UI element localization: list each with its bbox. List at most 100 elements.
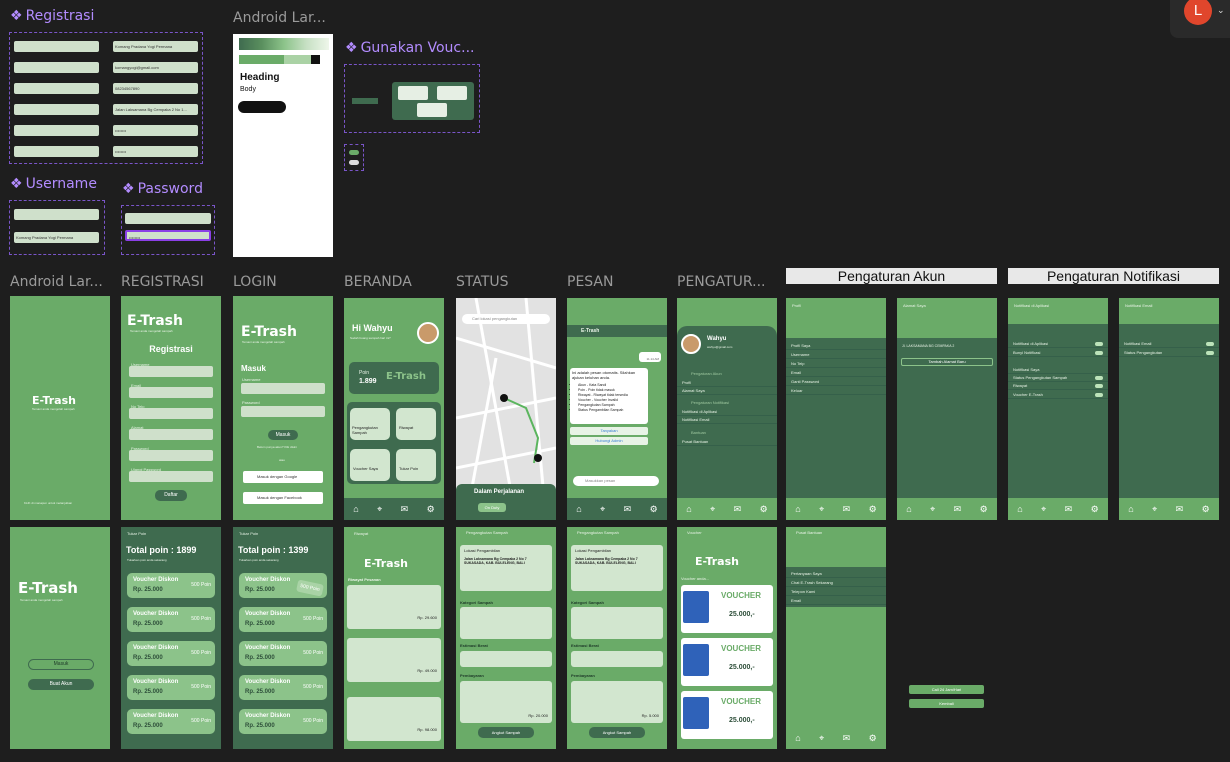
tukar-button[interactable]: 500 Poin xyxy=(303,718,323,724)
value-field[interactable]: komangyogi@gmail.com xyxy=(113,62,198,73)
registrasi-input[interactable] xyxy=(129,387,213,398)
registrasi-input[interactable] xyxy=(129,450,213,461)
value-field[interactable]: 08234567890 xyxy=(113,83,198,94)
tukar-button[interactable]: 500 Poin xyxy=(303,650,323,656)
status-screen: Cari lokasi pengangkutan Dalam Perjalana… xyxy=(456,298,556,520)
message-input[interactable]: Masukkan pesan xyxy=(573,476,659,486)
tukar-poin-screen: Tukar Poin Total poin : 1899 Tukarkan po… xyxy=(121,527,221,749)
profil-row[interactable]: Profil Saya xyxy=(786,342,886,350)
voucher-row[interactable]: Voucher Diskon Rp. 25.000 500 Poin xyxy=(239,607,327,632)
voucher-row[interactable]: Voucher Diskon Rp. 25.000 500 Poin xyxy=(239,641,327,666)
splash-screen[interactable]: E-Trash Temani anda mengolah sampah KLIK… xyxy=(10,296,110,520)
bottom-nav[interactable]: ⌂ ⌖ ✉ ⚙ xyxy=(897,498,997,520)
value-field[interactable]: Jalan Laksamana Bg Cempaka 2 No 1... xyxy=(113,104,198,115)
registrasi-input[interactable] xyxy=(129,408,213,419)
menu-riwayat[interactable]: Riwayat xyxy=(396,408,436,440)
login-username-input[interactable] xyxy=(241,383,325,394)
masuk-button[interactable]: Masuk xyxy=(268,430,298,440)
bottom-nav[interactable]: ⌂ ⌖ ✉ ⚙ xyxy=(567,498,667,520)
search-input[interactable]: Cari lokasi pengangkutan xyxy=(462,314,550,324)
angkut-sampah-button[interactable]: Angkut Sampah xyxy=(478,727,534,738)
avatar[interactable]: L xyxy=(1184,0,1212,25)
bottom-nav[interactable]: ⌂ ⌖ ✉ ⚙ xyxy=(786,727,886,749)
android-top-label: Android Lar... xyxy=(233,10,326,26)
voucher-row[interactable]: Voucher Diskon Rp. 25.000 500 Poin xyxy=(239,709,327,734)
profil-row[interactable]: Email xyxy=(786,369,886,377)
voucher-row[interactable]: Voucher Diskon Rp. 25.000 500 Poin xyxy=(127,641,215,666)
google-login-button[interactable]: Masuk dengan Google xyxy=(243,471,323,483)
toggle[interactable] xyxy=(1095,384,1103,388)
tukar-button[interactable]: 500 Poin xyxy=(191,718,211,724)
value-field[interactable]: •••••••• xyxy=(113,125,198,136)
tukar-button[interactable]: 500 Poin xyxy=(303,616,323,622)
bantuan-row[interactable]: Telepon Kami xyxy=(786,588,886,596)
password-field[interactable]: •••••••• xyxy=(125,230,211,241)
menu-pengangkutan[interactable]: Pengangkutan Sampah xyxy=(350,408,390,440)
tanyakan-button[interactable]: Tanyakan xyxy=(570,427,648,435)
toggle[interactable] xyxy=(1206,342,1214,346)
pengaturan-screen: Wahyu wahyu@gmail.com Pengaturan Akun Pr… xyxy=(677,298,777,520)
value-field[interactable]: •••••••• xyxy=(113,146,198,157)
user-menu[interactable]: L ⌄ xyxy=(1170,0,1230,38)
voucher-row[interactable]: Voucher Diskon Rp. 25.000 500 Poin xyxy=(127,573,215,598)
chevron-down-icon[interactable]: ⌄ xyxy=(1217,5,1225,16)
value-field[interactable]: Komang Pradana Yogi Permana xyxy=(113,41,198,52)
label-field xyxy=(14,146,99,157)
tukar-button[interactable]: 500 Poin xyxy=(303,684,323,690)
voucher-component-label: ❖ Gunakan Vouc... xyxy=(345,40,475,56)
voucher-row[interactable]: Voucher Diskon Rp. 25.000 500 Poin xyxy=(127,675,215,700)
hubungi-admin-button[interactable]: Hubungi Admin xyxy=(570,437,648,445)
menu-voucher[interactable]: Voucher Saya xyxy=(350,449,390,481)
voucher-card[interactable]: VOUCHER 25.000,- xyxy=(681,638,773,686)
menu-notif-app[interactable]: Notifikasi di Aplikasi xyxy=(677,408,777,416)
add-address-button[interactable]: Tambah Alamat Baru xyxy=(901,358,993,366)
registrasi-input[interactable] xyxy=(129,471,213,482)
bantuan-row[interactable]: Chat E-Trash Sekarang xyxy=(786,579,886,587)
bottom-nav[interactable]: ⌂ ⌖ ✉ ⚙ xyxy=(677,498,777,520)
menu-profil[interactable]: Profil xyxy=(677,379,777,387)
profil-row[interactable]: Keluar xyxy=(786,387,886,395)
kembali-button[interactable]: Kembali xyxy=(909,699,984,708)
gear-icon: ⚙ xyxy=(426,503,435,514)
toggle[interactable] xyxy=(1095,376,1103,380)
toggle[interactable] xyxy=(1095,393,1103,397)
bottom-nav[interactable]: ⌂ ⌖ ✉ ⚙ xyxy=(786,498,886,520)
menu-alamat[interactable]: Alamat Saya xyxy=(677,387,777,395)
voucher-row[interactable]: Voucher Diskon Rp. 25.000 500 Poin xyxy=(239,573,327,598)
toggle[interactable] xyxy=(1095,351,1103,355)
buat-akun-button[interactable]: Buat Akun xyxy=(28,679,94,690)
menu-tukar-poin[interactable]: Tukar Poin xyxy=(396,449,436,481)
profil-row[interactable]: Ganti Password xyxy=(786,378,886,386)
username-field[interactable]: Komang Pradana Yogi Permana xyxy=(14,232,99,243)
bantuan-row[interactable]: Email xyxy=(786,597,886,605)
avatar[interactable] xyxy=(417,322,439,344)
facebook-login-button[interactable]: Masuk dengan Facebook xyxy=(243,492,323,504)
registrasi-input[interactable] xyxy=(129,366,213,377)
bottom-nav[interactable]: ⌂ ⌖ ✉ ⚙ xyxy=(344,498,444,520)
profil-row[interactable]: Username xyxy=(786,351,886,359)
masuk-button[interactable]: Masuk xyxy=(28,659,94,670)
tukar-button[interactable]: 500 Poin xyxy=(191,650,211,656)
menu-notif-email[interactable]: Notifikasi Email xyxy=(677,416,777,424)
daftar-button[interactable]: Daftar xyxy=(155,490,187,501)
toggle[interactable] xyxy=(1206,351,1214,355)
profil-row[interactable]: No Telp xyxy=(786,360,886,368)
bantuan-row[interactable]: Pertanyaan Saya xyxy=(786,570,886,578)
voucher-row[interactable]: Voucher Diskon Rp. 25.000 500 Poin xyxy=(127,607,215,632)
voucher-card[interactable]: VOUCHER 25.000,- xyxy=(681,585,773,633)
call-button[interactable]: Call 24 Jam/Hari xyxy=(909,685,984,694)
tukar-button[interactable]: 500 Poin xyxy=(191,616,211,622)
tukar-button[interactable]: 500 Poin xyxy=(191,582,211,588)
voucher-row[interactable]: Voucher Diskon Rp. 25.000 500 Poin xyxy=(239,675,327,700)
registrasi-input[interactable] xyxy=(129,429,213,440)
voucher-card[interactable]: VOUCHER 25.000,- xyxy=(681,691,773,739)
voucher-row[interactable]: Voucher Diskon Rp. 25.000 500 Poin xyxy=(127,709,215,734)
login-password-input[interactable] xyxy=(241,406,325,417)
menu-bantuan[interactable]: Pusat Bantuan xyxy=(677,438,777,446)
tukar-button[interactable]: 500 Poin xyxy=(191,684,211,690)
tukar-button[interactable]: 500 Poin xyxy=(296,579,324,597)
bottom-nav[interactable]: ⌂ ⌖ ✉ ⚙ xyxy=(1119,498,1219,520)
angkut-sampah-button[interactable]: Angkut Sampah xyxy=(589,727,645,738)
toggle[interactable] xyxy=(1095,342,1103,346)
bottom-nav[interactable]: ⌂ ⌖ ✉ ⚙ xyxy=(1008,498,1108,520)
